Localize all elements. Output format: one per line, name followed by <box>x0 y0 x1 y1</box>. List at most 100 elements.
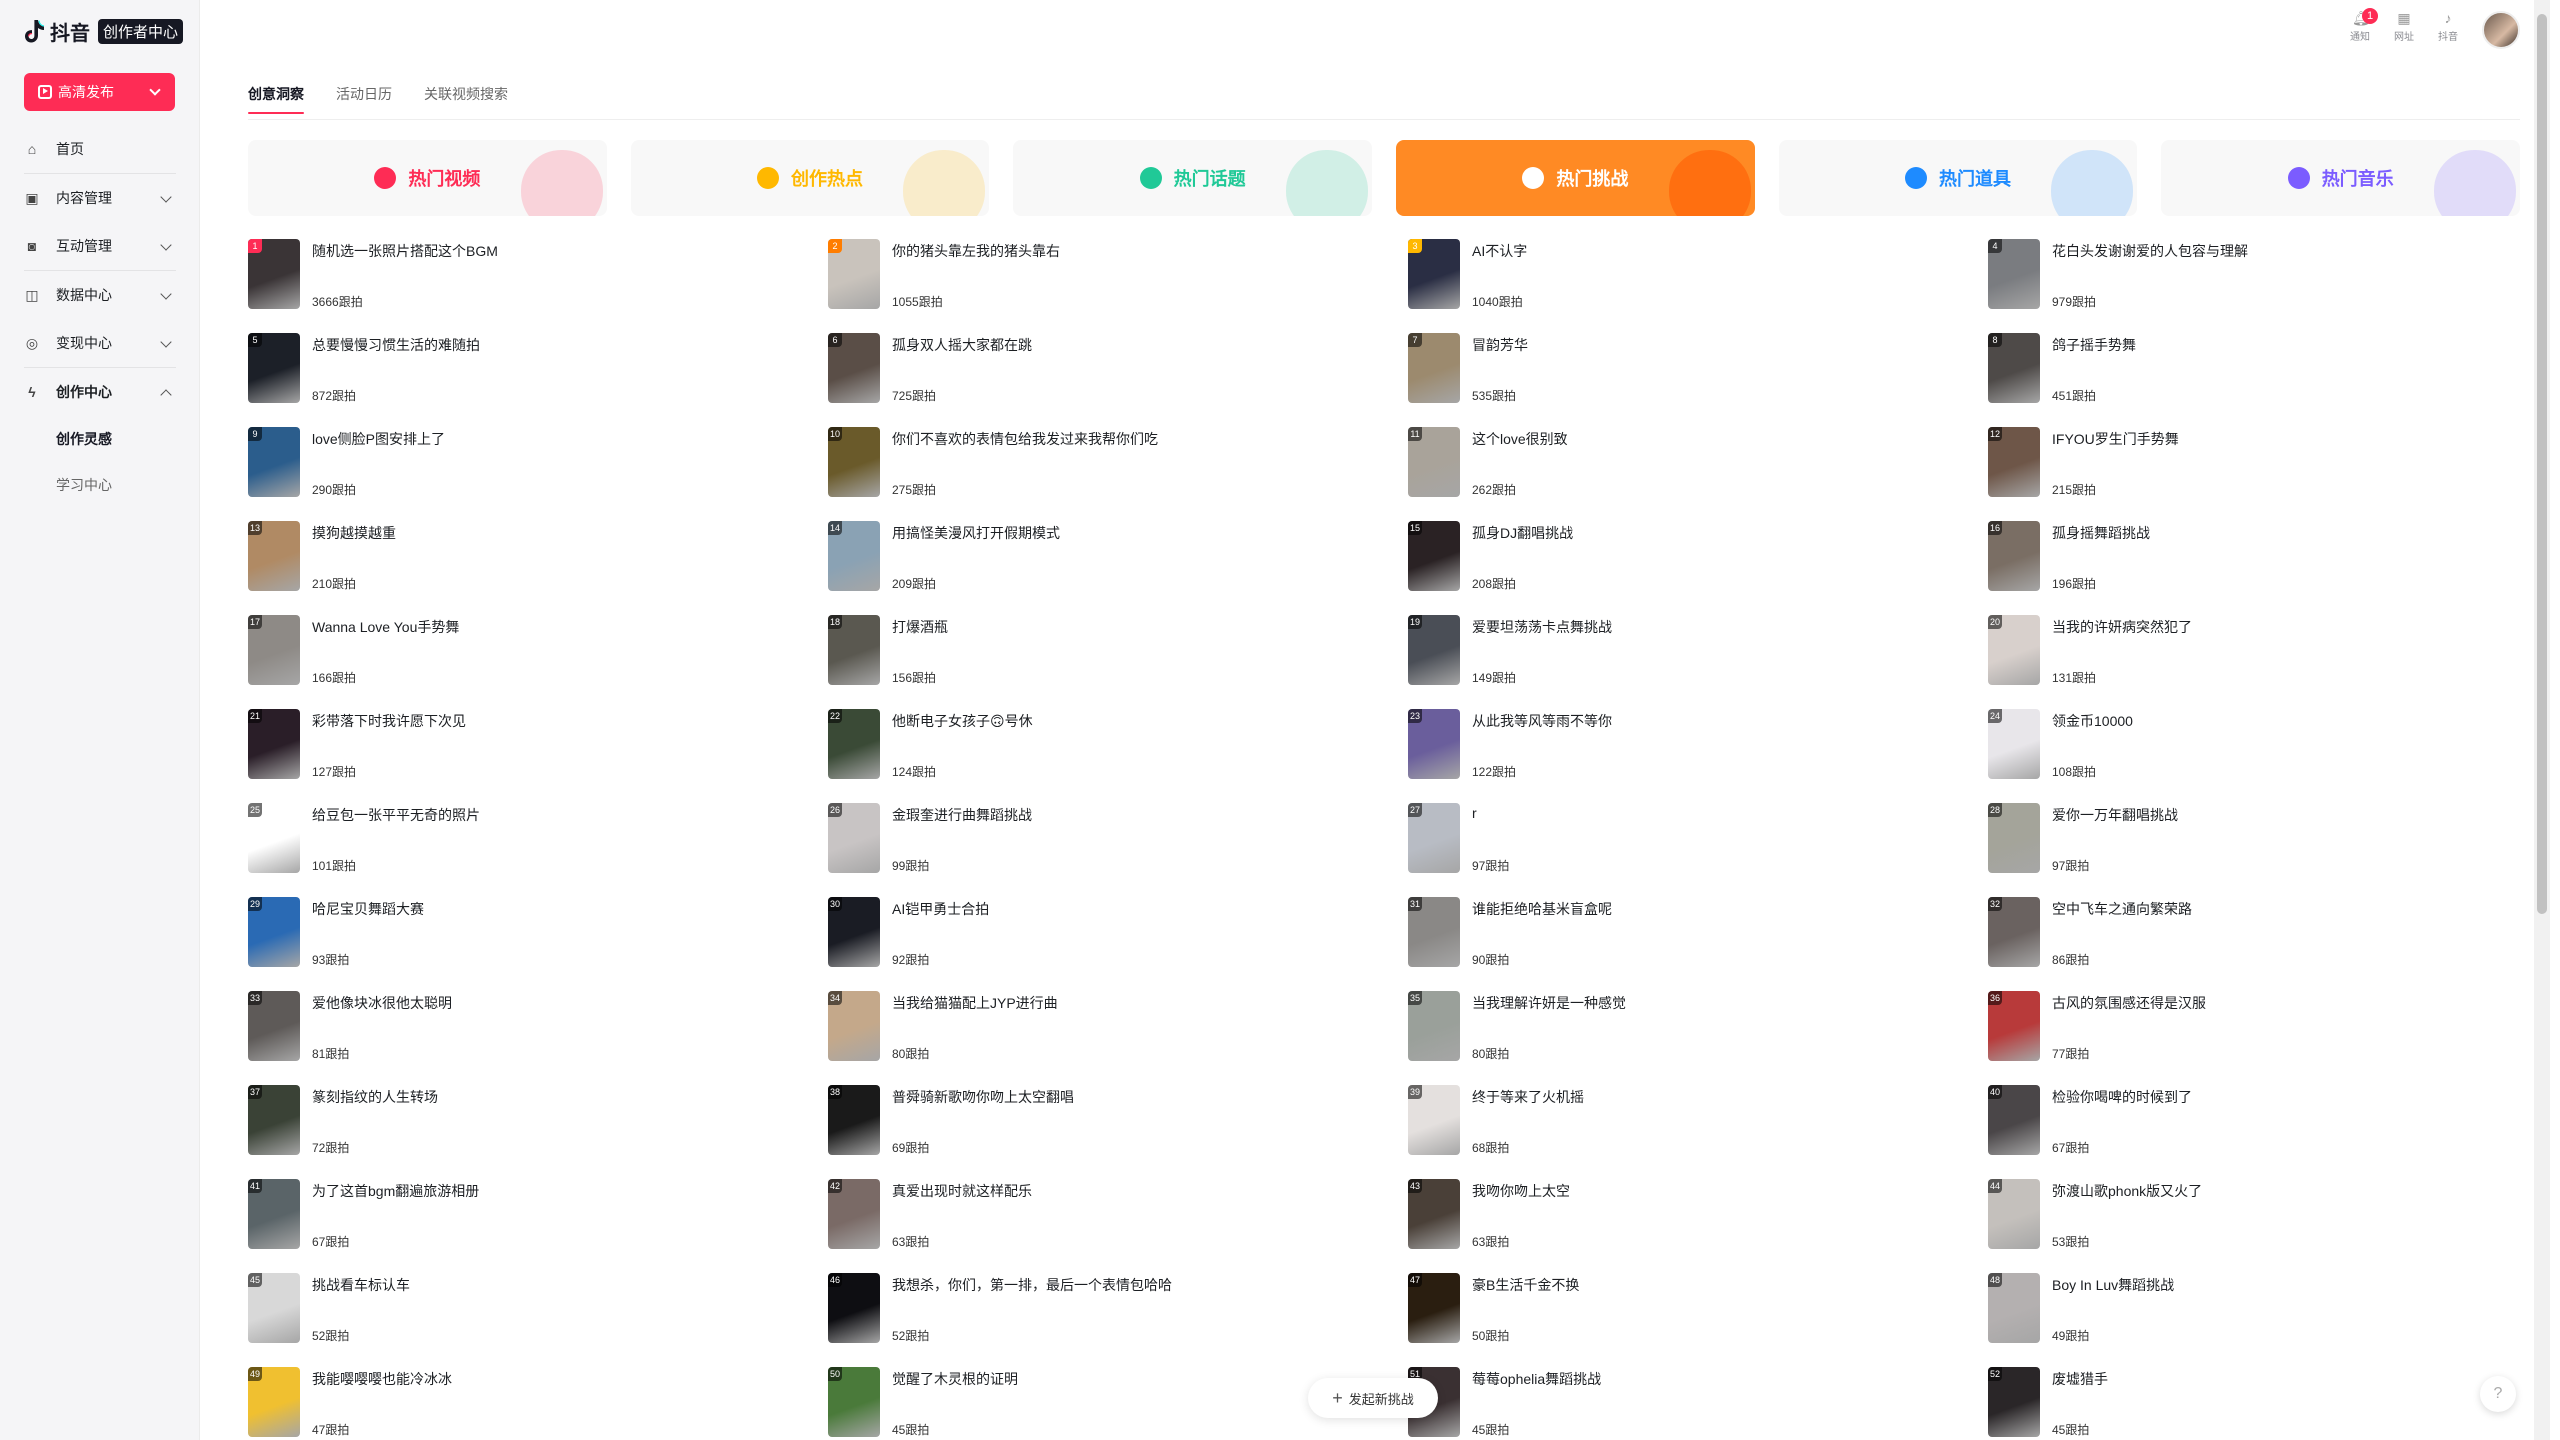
challenge-thumbnail[interactable]: 14 <box>828 521 880 591</box>
list-item[interactable]: 33 爱他像块冰很他太聪明 81跟拍 <box>248 991 780 1085</box>
challenge-name[interactable]: r <box>1472 805 1477 821</box>
challenge-thumbnail[interactable]: 2 <box>828 239 880 309</box>
sidebar-item-interaction[interactable]: ◙ 互动管理 <box>0 222 200 270</box>
challenge-name[interactable]: 孤身DJ翻唱挑战 <box>1472 523 1573 543</box>
challenge-thumbnail[interactable]: 7 <box>1408 333 1460 403</box>
challenge-name[interactable]: 挑战看车标认车 <box>312 1275 410 1295</box>
challenge-thumbnail[interactable]: 9 <box>248 427 300 497</box>
list-item[interactable]: 4 花白头发谢谢爱的人包容与理解 979跟拍 <box>1988 239 2520 333</box>
challenge-thumbnail[interactable]: 37 <box>248 1085 300 1155</box>
list-item[interactable]: 23 从此我等风等雨不等你 122跟拍 <box>1408 709 1940 803</box>
challenge-name[interactable]: 爱他像块冰很他太聪明 <box>312 993 452 1013</box>
challenge-thumbnail[interactable]: 23 <box>1408 709 1460 779</box>
challenge-name[interactable]: 废墟猎手 <box>2052 1369 2108 1389</box>
list-item[interactable]: 40 检验你喝啤的时候到了 67跟拍 <box>1988 1085 2520 1179</box>
challenge-thumbnail[interactable]: 20 <box>1988 615 2040 685</box>
list-item[interactable]: 39 终于等来了火机摇 68跟拍 <box>1408 1085 1940 1179</box>
list-item[interactable]: 13 摸狗越摸越重 210跟拍 <box>248 521 780 615</box>
list-item[interactable]: 34 当我给猫猫配上JYP进行曲 80跟拍 <box>828 991 1360 1085</box>
challenge-thumbnail[interactable]: 12 <box>1988 427 2040 497</box>
challenge-name[interactable]: 真爱出现时就这样配乐 <box>892 1181 1032 1201</box>
list-item[interactable]: 24 领金币10000 108跟拍 <box>1988 709 2520 803</box>
challenge-name[interactable]: 摸狗越摸越重 <box>312 523 396 543</box>
help-button[interactable]: ? <box>2480 1376 2516 1412</box>
challenge-name[interactable]: 这个love很别致 <box>1472 429 1568 449</box>
list-item[interactable]: 29 哈尼宝贝舞蹈大赛 93跟拍 <box>248 897 780 991</box>
list-item[interactable]: 46 我想杀，你们，第一排，最后一个表情包哈哈 52跟拍 <box>828 1273 1360 1367</box>
scrollbar[interactable] <box>2534 0 2550 1440</box>
notification-button[interactable]: 🔔︎ 通知 1 <box>2342 8 2378 43</box>
challenge-thumbnail[interactable]: 24 <box>1988 709 2040 779</box>
challenge-name[interactable]: 孤身双人摇大家都在跳 <box>892 335 1032 355</box>
challenge-name[interactable]: 当我理解许妍是一种感觉 <box>1472 993 1626 1013</box>
challenge-thumbnail[interactable]: 17 <box>248 615 300 685</box>
challenge-name[interactable]: 从此我等风等雨不等你 <box>1472 711 1612 731</box>
challenge-thumbnail[interactable]: 25 <box>248 803 300 873</box>
challenge-thumbnail[interactable]: 5 <box>248 333 300 403</box>
list-item[interactable]: 8 鸽子摇手势舞 451跟拍 <box>1988 333 2520 427</box>
challenge-name[interactable]: IFYOU罗生门手势舞 <box>2052 429 2179 449</box>
list-item[interactable]: 16 孤身摇舞蹈挑战 196跟拍 <box>1988 521 2520 615</box>
challenge-name[interactable]: 当我的许妍病突然犯了 <box>2052 617 2192 637</box>
challenge-thumbnail[interactable]: 11 <box>1408 427 1460 497</box>
chevron-down-icon[interactable] <box>149 84 161 96</box>
challenge-thumbnail[interactable]: 49 <box>248 1367 300 1437</box>
challenge-name[interactable]: 金瑕奎进行曲舞蹈挑战 <box>892 805 1032 825</box>
user-avatar[interactable] <box>2482 11 2520 49</box>
scrollbar-thumb[interactable] <box>2537 14 2547 914</box>
challenge-thumbnail[interactable]: 43 <box>1408 1179 1460 1249</box>
challenge-thumbnail[interactable]: 3 <box>1408 239 1460 309</box>
challenge-name[interactable]: 莓莓ophelia舞蹈挑战 <box>1472 1369 1601 1389</box>
list-item[interactable]: 48 Boy In Luv舞蹈挑战 49跟拍 <box>1988 1273 2520 1367</box>
challenge-name[interactable]: 领金币10000 <box>2052 711 2133 731</box>
challenge-thumbnail[interactable]: 42 <box>828 1179 880 1249</box>
challenge-name[interactable]: 普舜骑新歌吻你吻上太空翻唱 <box>892 1087 1074 1107</box>
challenge-name[interactable]: 爱要坦荡荡卡点舞挑战 <box>1472 617 1612 637</box>
challenge-name[interactable]: AI不认字 <box>1472 241 1527 261</box>
list-item[interactable]: 20 当我的许妍病突然犯了 131跟拍 <box>1988 615 2520 709</box>
challenge-thumbnail[interactable]: 6 <box>828 333 880 403</box>
challenge-thumbnail[interactable]: 50 <box>828 1367 880 1437</box>
list-item[interactable]: 31 谁能拒绝哈基米盲盒呢 90跟拍 <box>1408 897 1940 991</box>
list-item[interactable]: 26 金瑕奎进行曲舞蹈挑战 99跟拍 <box>828 803 1360 897</box>
challenge-name[interactable]: 我能嘤嘤嘤也能冷冰冰 <box>312 1369 452 1389</box>
category-card-wand[interactable]: 热门道具 <box>1778 140 2138 216</box>
list-item[interactable]: 50 觉醒了木灵根的证明 45跟拍 <box>828 1367 1360 1440</box>
list-item[interactable]: 43 我吻你吻上太空 63跟拍 <box>1408 1179 1940 1273</box>
challenge-name[interactable]: 总要慢慢习惯生活的难随拍 <box>312 335 480 355</box>
challenge-thumbnail[interactable]: 48 <box>1988 1273 2040 1343</box>
list-item[interactable]: 14 用搞怪美漫风打开假期模式 209跟拍 <box>828 521 1360 615</box>
list-item[interactable]: 7 冒韵芳华 535跟拍 <box>1408 333 1940 427</box>
challenge-name[interactable]: 爱你一万年翻唱挑战 <box>2052 805 2178 825</box>
list-item[interactable]: 6 孤身双人摇大家都在跳 725跟拍 <box>828 333 1360 427</box>
list-item[interactable]: 10 你们不喜欢的表情包给我发过来我帮你们吃 275跟拍 <box>828 427 1360 521</box>
challenge-thumbnail[interactable]: 35 <box>1408 991 1460 1061</box>
challenge-name[interactable]: 古风的氛围感还得是汉服 <box>2052 993 2206 1013</box>
challenge-name[interactable]: 当我给猫猫配上JYP进行曲 <box>892 993 1058 1013</box>
web-button[interactable]: ▦ 网址 <box>2386 10 2422 43</box>
challenge-thumbnail[interactable]: 26 <box>828 803 880 873</box>
challenge-thumbnail[interactable]: 33 <box>248 991 300 1061</box>
challenge-thumbnail[interactable]: 52 <box>1988 1367 2040 1437</box>
challenge-name[interactable]: 打爆酒瓶 <box>892 617 948 637</box>
sidebar-item-home[interactable]: ⌂ 首页 <box>0 125 200 173</box>
list-item[interactable]: 35 当我理解许妍是一种感觉 80跟拍 <box>1408 991 1940 1085</box>
logo[interactable]: 抖音 创作者中心 <box>24 16 184 46</box>
challenge-name[interactable]: 豪B生活千金不换 <box>1472 1275 1579 1295</box>
challenge-thumbnail[interactable]: 8 <box>1988 333 2040 403</box>
challenge-thumbnail[interactable]: 16 <box>1988 521 2040 591</box>
challenge-name[interactable]: 觉醒了木灵根的证明 <box>892 1369 1018 1389</box>
challenge-thumbnail[interactable]: 18 <box>828 615 880 685</box>
challenge-name[interactable]: 他断电子女孩子🙃号休 <box>892 711 1033 731</box>
challenge-name[interactable]: 空中飞车之通向繁荣路 <box>2052 899 2192 919</box>
list-item[interactable]: 27 r 97跟拍 <box>1408 803 1940 897</box>
challenge-thumbnail[interactable]: 13 <box>248 521 300 591</box>
list-item[interactable]: 17 Wanna Love You手势舞 166跟拍 <box>248 615 780 709</box>
challenge-name[interactable]: 检验你喝啤的时候到了 <box>2052 1087 2192 1107</box>
challenge-thumbnail[interactable]: 27 <box>1408 803 1460 873</box>
challenge-thumbnail[interactable]: 22 <box>828 709 880 779</box>
list-item[interactable]: 51 莓莓ophelia舞蹈挑战 45跟拍 <box>1408 1367 1940 1440</box>
challenge-thumbnail[interactable]: 46 <box>828 1273 880 1343</box>
challenge-name[interactable]: 终于等来了火机摇 <box>1472 1087 1584 1107</box>
douyin-button[interactable]: ♪ 抖音 <box>2430 10 2466 43</box>
